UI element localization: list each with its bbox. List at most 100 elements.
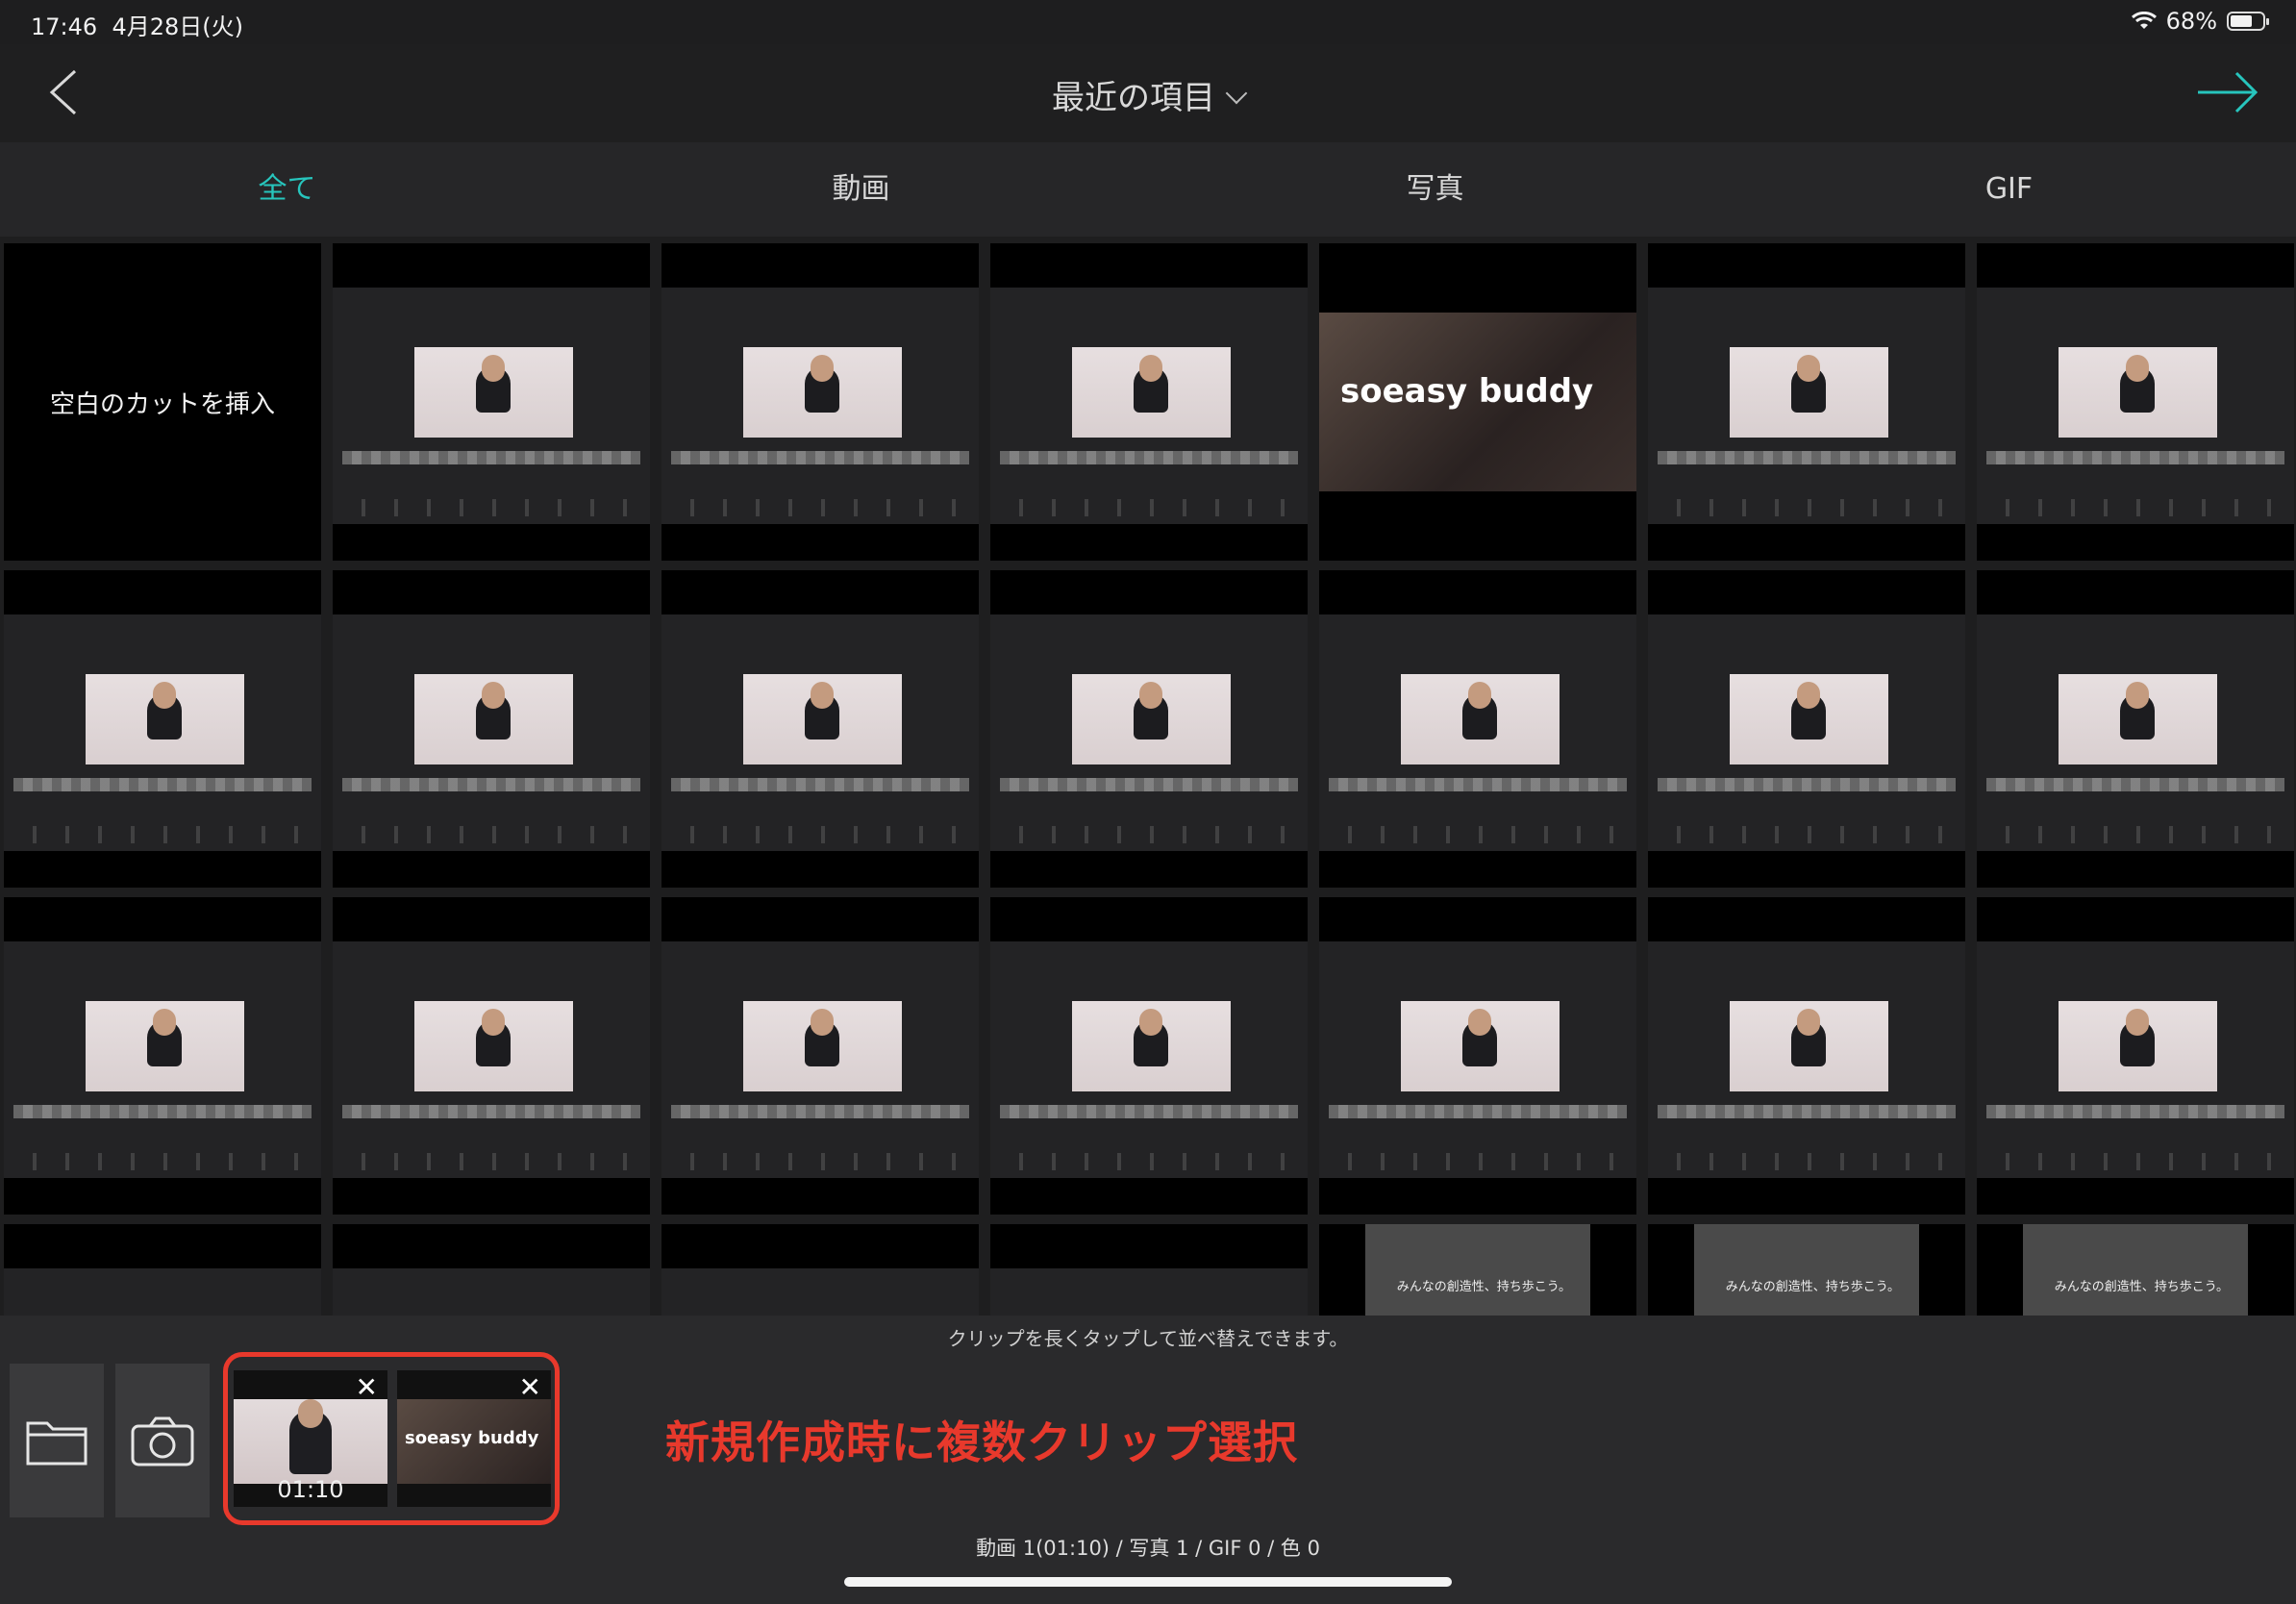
media-thumbnail[interactable] (661, 897, 979, 1215)
screenshot-ui (1977, 614, 2294, 851)
screenshot-ui (1977, 288, 2294, 524)
tab-photo[interactable]: 写真 (1148, 142, 1722, 237)
screenshot-ui (333, 614, 650, 851)
preview-frame (1072, 347, 1231, 438)
media-thumbnail[interactable]: みんなの創造性、持ち歩こう。 (1648, 1224, 1965, 1316)
reorder-hint: クリップを長くタップして並べ替えできます。 (947, 1327, 1349, 1350)
media-thumbnail[interactable] (990, 243, 1308, 561)
selection-tray: クリップを長くタップして並べ替えできます。 ✕ 01:10 soeasy bud… (0, 1316, 2296, 1604)
album-title[interactable]: 最近の項目 (0, 71, 2296, 118)
media-thumbnail[interactable] (333, 570, 650, 888)
selection-summary: 動画 1(01:10) / 写真 1 / GIF 0 / 色 0 (976, 1537, 1320, 1560)
preview-frame (2059, 674, 2217, 764)
status-time: 17:46 4月28日(火) (31, 13, 243, 40)
media-thumbnail[interactable] (990, 570, 1308, 888)
soeasy-buddy-logo: soeasy buddy (405, 1428, 539, 1448)
remove-clip-icon[interactable]: ✕ (356, 1374, 378, 1401)
soeasy-buddy-logo: soeasy buddy (1340, 372, 1594, 411)
media-thumbnail[interactable] (1977, 897, 2294, 1215)
preview-frame (414, 674, 573, 764)
screenshot-ui (661, 941, 979, 1178)
clip-thumbnail: soeasy buddy (397, 1399, 551, 1484)
preview-frame (1730, 347, 1888, 438)
camera-button[interactable] (115, 1364, 210, 1517)
screenshot-ui (990, 1268, 1308, 1316)
screenshot-ui (1319, 614, 1636, 851)
arrow-right-icon[interactable] (2194, 65, 2261, 119)
screenshot-ui (661, 614, 979, 851)
insert-blank-cut-label: 空白のカットを挿入 (49, 389, 275, 419)
preview-frame (1730, 674, 1888, 764)
preview-frame (2059, 347, 2217, 438)
nav-bar: 最近の項目 (0, 44, 2296, 142)
annotation-text: 新規作成時に複数クリップ選択 (665, 1416, 1298, 1468)
media-thumbnail[interactable] (1648, 897, 1965, 1215)
selected-clip-video[interactable]: ✕ 01:10 (234, 1370, 387, 1507)
screenshot-ui (990, 614, 1308, 851)
clip-thumbnail (234, 1399, 387, 1484)
media-thumbnail[interactable] (1648, 243, 1965, 561)
folder-button[interactable] (10, 1364, 104, 1517)
media-thumbnail[interactable]: みんなの創造性、持ち歩こう。 (1319, 1224, 1636, 1316)
media-thumbnail[interactable] (1977, 570, 2294, 888)
screenshot-ui (333, 941, 650, 1178)
screenshot-ui (4, 614, 321, 851)
media-thumbnail[interactable] (1319, 570, 1636, 888)
screenshot-ui (1319, 941, 1636, 1178)
wifi-icon (2131, 12, 2157, 29)
preview-frame (1730, 1001, 1888, 1091)
tab-video[interactable]: 動画 (574, 142, 1148, 237)
screenshot-ui (1977, 941, 2294, 1178)
media-thumbnail[interactable]: みんなの創造性、持ち歩こう。 (1977, 1224, 2294, 1316)
media-thumbnail[interactable] (333, 1224, 650, 1316)
camera-icon (131, 1416, 194, 1466)
chevron-down-icon (1225, 82, 1248, 105)
screenshot-ui (990, 941, 1308, 1178)
promo-preview: みんなの創造性、持ち歩こう。 (1365, 1224, 1590, 1316)
tab-all[interactable]: 全て (0, 142, 574, 237)
media-thumbnail[interactable] (4, 1224, 321, 1316)
screenshot-ui (333, 288, 650, 524)
preview-frame (743, 347, 902, 438)
preview-frame (1401, 1001, 1560, 1091)
media-thumbnail[interactable] (990, 1224, 1308, 1316)
home-indicator[interactable] (844, 1577, 1452, 1587)
photo-preview: soeasy buddy (1319, 313, 1636, 491)
screenshot-ui (4, 1268, 321, 1316)
selected-clip-photo[interactable]: soeasy buddy ✕ (397, 1370, 551, 1507)
status-right: 68% (2131, 8, 2269, 35)
screenshot-ui (1648, 941, 1965, 1178)
insert-blank-cut-button[interactable]: 空白のカットを挿入 (4, 243, 321, 561)
preview-frame (86, 1001, 244, 1091)
promo-text: みんなの創造性、持ち歩こう。 (1725, 1280, 1900, 1294)
remove-clip-icon[interactable]: ✕ (519, 1374, 541, 1401)
media-thumbnail[interactable] (4, 897, 321, 1215)
media-thumbnail[interactable] (333, 243, 650, 561)
promo-text: みんなの創造性、持ち歩こう。 (2054, 1280, 2229, 1294)
media-grid: 空白のカットを挿入 soeasy buddy みんなの創造性、持ち歩こう。 みんなの… (0, 239, 2296, 1316)
promo-text: みんなの創造性、持ち歩こう。 (1396, 1280, 1571, 1294)
preview-frame (743, 1001, 902, 1091)
promo-preview: みんなの創造性、持ち歩こう。 (2023, 1224, 2248, 1316)
screenshot-ui (661, 288, 979, 524)
media-thumbnail[interactable] (661, 1224, 979, 1316)
preview-frame (1072, 674, 1231, 764)
media-thumbnail[interactable] (990, 897, 1308, 1215)
status-bar: 17:46 4月28日(火) 68% (0, 0, 2296, 44)
media-thumbnail[interactable] (333, 897, 650, 1215)
preview-frame (414, 1001, 573, 1091)
media-thumbnail[interactable] (661, 243, 979, 561)
media-thumbnail[interactable] (1319, 897, 1636, 1215)
screenshot-ui (661, 1268, 979, 1316)
preview-frame (1072, 1001, 1231, 1091)
media-thumbnail[interactable] (4, 570, 321, 888)
folder-icon (26, 1421, 87, 1466)
media-thumbnail[interactable] (661, 570, 979, 888)
media-thumbnail[interactable] (1648, 570, 1965, 888)
media-thumbnail[interactable] (1977, 243, 2294, 561)
screenshot-ui (333, 1268, 650, 1316)
selected-clips-highlight: ✕ 01:10 soeasy buddy ✕ (223, 1352, 560, 1525)
tab-gif[interactable]: GIF (1722, 142, 2296, 237)
media-thumbnail[interactable]: soeasy buddy (1319, 243, 1636, 561)
preview-frame (86, 674, 244, 764)
